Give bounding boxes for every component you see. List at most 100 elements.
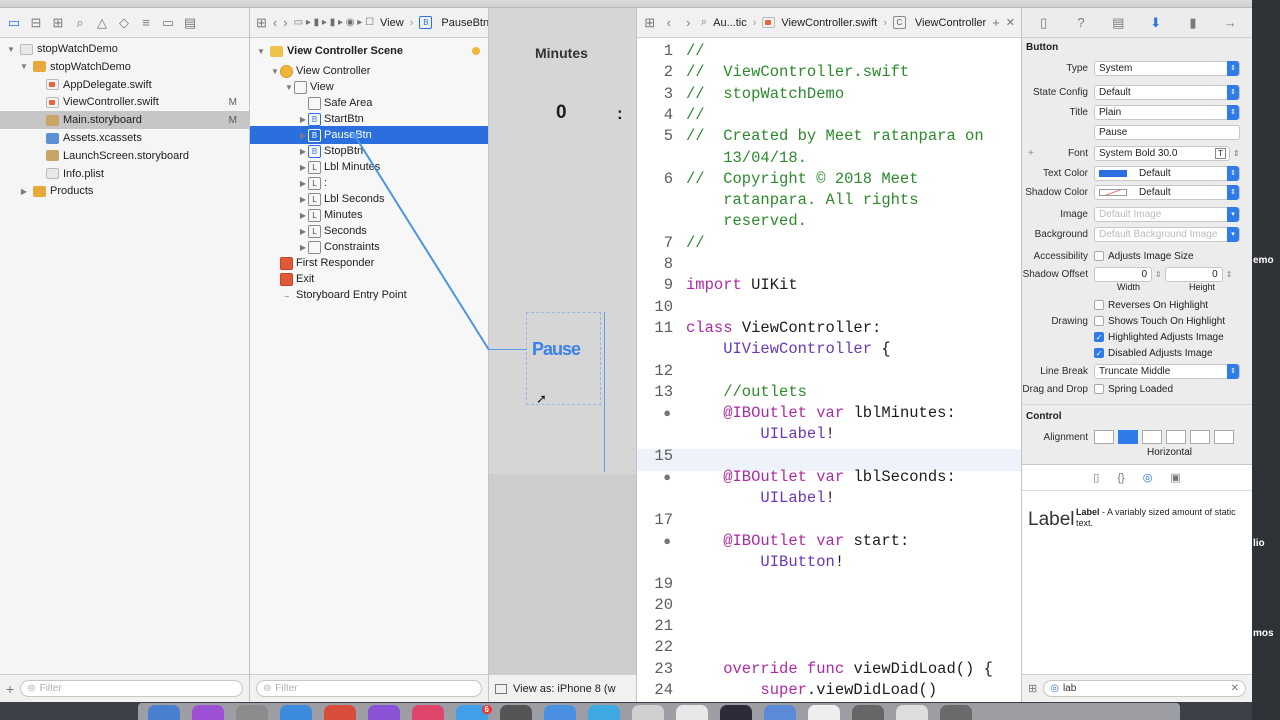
title-text-field[interactable]: Pause <box>1094 124 1240 140</box>
pause-button-canvas[interactable]: Pause <box>532 339 581 360</box>
stepper-icon[interactable]: ⇕ <box>1226 270 1233 279</box>
siri-icon[interactable] <box>192 705 224 720</box>
xcode-icon[interactable] <box>544 705 576 720</box>
finder-icon[interactable] <box>148 705 180 720</box>
outline-item[interactable]: → Storyboard Entry Point <box>250 286 488 304</box>
source-control-icon[interactable]: ⊟ <box>28 15 44 31</box>
file-tree-item[interactable]: ▼ stopWatchDemo <box>0 40 249 58</box>
line-break-popup[interactable]: Truncate Middle ⇕ <box>1094 363 1240 379</box>
attributes-inspector-icon[interactable]: ⬇ <box>1148 15 1164 31</box>
align-fill-icon[interactable] <box>1166 430 1186 444</box>
app-icon[interactable] <box>852 705 884 720</box>
state-popup[interactable]: Default ⇕ <box>1094 84 1240 100</box>
highlighted-checkbox[interactable]: ✓ <box>1094 332 1104 342</box>
disclosure-icon[interactable]: ▼ <box>270 67 280 76</box>
align-left-icon[interactable] <box>1094 430 1114 444</box>
debug-nav-icon[interactable]: ≡ <box>138 15 154 31</box>
object-library-icon[interactable]: ◎ <box>1143 471 1153 484</box>
grid-icon[interactable]: ⊞ <box>256 15 267 31</box>
image-popup[interactable]: Default Image ▾ <box>1094 206 1240 222</box>
breadcrumb-file[interactable]: ViewController.swift <box>781 17 877 29</box>
shadow-height-field[interactable]: 0 <box>1164 266 1223 282</box>
breadcrumb-view[interactable]: View <box>380 17 404 29</box>
disclosure-icon[interactable]: ▶ <box>298 227 308 236</box>
outlet-connection-icon[interactable]: ● <box>637 467 671 488</box>
add-editor-icon[interactable]: + <box>992 15 1000 30</box>
file-tree-item[interactable]: Info.plist <box>0 165 249 183</box>
trash-icon[interactable] <box>940 705 972 720</box>
disclosure-icon[interactable]: ▶ <box>298 131 308 140</box>
forward-icon[interactable]: › <box>283 15 287 31</box>
app-store-icon[interactable]: 6 <box>456 705 492 720</box>
app-icon[interactable] <box>500 705 532 720</box>
colon-label[interactable]: : <box>617 104 623 124</box>
file-tree-item[interactable]: AppDelegate.swift <box>0 76 249 94</box>
app-icon[interactable] <box>368 705 400 720</box>
type-popup[interactable]: System ⇕ <box>1094 60 1240 76</box>
disclosure-icon[interactable]: ▼ <box>284 83 294 92</box>
align-right-icon[interactable] <box>1142 430 1162 444</box>
disclosure-icon[interactable]: ▼ <box>6 45 16 54</box>
outlet-connection-icon[interactable]: ● <box>637 531 671 552</box>
app-icon[interactable] <box>896 705 928 720</box>
find-nav-icon[interactable]: ⌕ <box>72 15 88 31</box>
disclosure-icon[interactable]: ▶ <box>298 195 308 204</box>
shadow-color-popup[interactable]: Default ⇕ <box>1094 184 1240 200</box>
minutes-label[interactable]: Minutes <box>535 45 588 61</box>
folder-nav-icon[interactable]: ▭ <box>6 15 22 31</box>
safari-icon[interactable] <box>280 705 312 720</box>
clear-search-icon[interactable]: ✕ <box>1231 683 1239 694</box>
disclosure-icon[interactable]: ▶ <box>298 211 308 220</box>
disclosure-icon[interactable]: ▶ <box>298 163 308 172</box>
breadcrumb-pausebtn[interactable]: PauseBtn <box>441 17 488 29</box>
align-center-icon[interactable] <box>1118 430 1138 444</box>
font-picker-icon[interactable]: T <box>1215 147 1226 159</box>
report-nav-icon[interactable]: ▤ <box>182 15 198 31</box>
identity-inspector-icon[interactable]: ▤ <box>1110 15 1126 31</box>
test-nav-icon[interactable]: ◇ <box>116 15 132 31</box>
disclosure-icon[interactable]: ▶ <box>298 243 308 252</box>
help-inspector-icon[interactable]: ? <box>1073 15 1089 31</box>
outline-toggle-icon[interactable] <box>495 683 507 694</box>
close-icon[interactable]: ✕ <box>1006 16 1015 29</box>
itunes-icon[interactable] <box>412 705 444 720</box>
symbol-nav-icon[interactable]: ⊞ <box>50 15 66 31</box>
disclosure-icon[interactable]: ▶ <box>298 147 308 156</box>
folder-icon[interactable] <box>764 705 796 720</box>
library-search-input[interactable]: ◎ lab ✕ <box>1043 680 1246 697</box>
title-popup[interactable]: Plain ⇕ <box>1094 104 1240 120</box>
file-tree-item[interactable]: ▼ stopWatchDemo <box>0 58 249 76</box>
plus-icon[interactable]: + <box>1028 148 1034 159</box>
back-icon[interactable]: ‹ <box>662 15 675 31</box>
background-popup[interactable]: Default Background Image ▾ <box>1094 226 1240 242</box>
jump-path[interactable]: ▭ ▸ ▮ ▸ ▮ ▸ ◉ ▸ ☐ <box>294 17 374 28</box>
reverses-checkbox[interactable] <box>1094 300 1104 310</box>
view-as-label[interactable]: View as: iPhone 8 (w <box>513 683 616 695</box>
grid-view-icon[interactable]: ⊞ <box>1028 682 1037 695</box>
stepper-icon[interactable]: ⇕ <box>1155 270 1162 279</box>
scene-row[interactable]: ▼ View Controller Scene <box>250 42 488 60</box>
file-tree-item[interactable]: Assets.xcassets <box>0 129 249 147</box>
app-icon[interactable] <box>808 705 840 720</box>
file-tree-item[interactable]: Main.storyboard M <box>0 111 249 130</box>
minutes-value-label[interactable]: 0 <box>556 102 567 124</box>
file-tree-item[interactable]: ▶ Products <box>0 182 249 200</box>
disclosure-icon[interactable]: ▶ <box>298 179 308 188</box>
breadcrumb-class[interactable]: ViewController <box>915 17 986 29</box>
code-snippet-icon[interactable]: {} <box>1117 472 1124 484</box>
disclosure-icon[interactable]: ▶ <box>19 187 29 196</box>
breadcrumb-automatic[interactable]: Au...tic <box>713 17 747 29</box>
outline-filter-input[interactable]: ⊜ Filter <box>256 680 482 697</box>
file-inspector-icon[interactable]: ▯ <box>1036 15 1052 31</box>
text-color-popup[interactable]: Default ⇕ <box>1094 165 1240 181</box>
launchpad-icon[interactable] <box>236 705 268 720</box>
code-area[interactable]: 1 // 2 // ViewController.swift 3 // stopWatch… <box>637 41 1021 702</box>
font-field[interactable]: System Bold 30.0 T <box>1094 145 1230 161</box>
file-template-icon[interactable]: ▯ <box>1093 471 1099 484</box>
connections-inspector-icon[interactable]: → <box>1222 15 1238 31</box>
disclosure-icon[interactable]: ▼ <box>256 47 266 56</box>
forward-icon[interactable]: › <box>682 15 695 31</box>
app-icon[interactable] <box>588 705 620 720</box>
app-icon[interactable] <box>632 705 664 720</box>
file-tree-item[interactable]: ViewController.swift M <box>0 93 249 111</box>
